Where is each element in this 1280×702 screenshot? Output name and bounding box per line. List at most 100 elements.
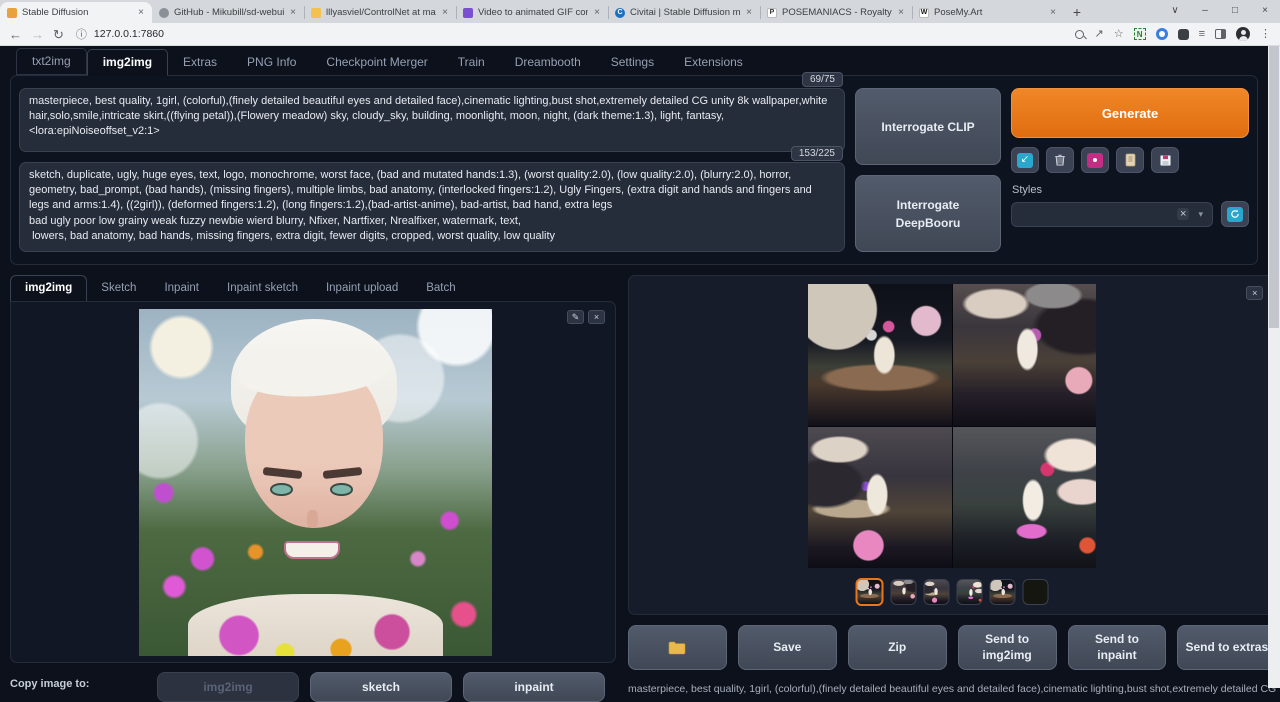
favicon-controlnet bbox=[311, 8, 321, 18]
mode-tab-inpaint-sketch[interactable]: Inpaint sketch bbox=[213, 276, 312, 301]
gallery-image-grid[interactable] bbox=[808, 284, 1096, 568]
save-style-button[interactable] bbox=[1151, 147, 1179, 173]
browser-menu-icon[interactable]: ⋮ bbox=[1260, 29, 1271, 40]
input-image-canvas[interactable]: ✎ × bbox=[10, 301, 616, 663]
forward-button[interactable]: → bbox=[31, 28, 44, 41]
gallery-thumbnail[interactable] bbox=[957, 579, 983, 605]
profile-avatar[interactable] bbox=[1236, 27, 1250, 41]
send-to-img2img-button[interactable]: Send to img2img bbox=[958, 625, 1057, 670]
browser-tab-stable-diffusion[interactable]: Stable Diffusion × bbox=[0, 2, 152, 23]
back-button[interactable]: ← bbox=[9, 28, 22, 41]
generation-info-text: masterpiece, best quality, 1girl, (color… bbox=[628, 683, 1276, 695]
gallery-image-3[interactable] bbox=[808, 427, 952, 569]
tab-extensions[interactable]: Extensions bbox=[669, 50, 758, 75]
styles-dropdown[interactable]: × ▾ bbox=[1011, 202, 1213, 227]
tab-settings[interactable]: Settings bbox=[596, 50, 669, 75]
tab-close-icon[interactable]: × bbox=[441, 7, 449, 18]
window-minimize-button[interactable]: – bbox=[1190, 0, 1220, 20]
prompt-input[interactable]: masterpiece, best quality, 1girl, (color… bbox=[19, 88, 845, 152]
window-maximize-button[interactable]: □ bbox=[1220, 0, 1250, 20]
negative-prompt-input[interactable]: sketch, duplicate, ugly, huge eyes, text… bbox=[19, 162, 845, 252]
gallery-image-4[interactable] bbox=[953, 427, 1097, 569]
open-folder-button[interactable] bbox=[628, 625, 727, 670]
interrogate-clip-button[interactable]: Interrogate CLIP bbox=[855, 88, 1001, 165]
address-bar[interactable]: ⓘ 127.0.0.1:7860 bbox=[73, 26, 1067, 42]
save-button[interactable]: Save bbox=[738, 625, 837, 670]
generate-button[interactable]: Generate bbox=[1011, 88, 1249, 138]
reading-list-icon[interactable]: ≡ bbox=[1199, 29, 1205, 40]
gallery-thumbnail[interactable] bbox=[990, 579, 1016, 605]
copy-to-inpaint-button[interactable]: inpaint bbox=[463, 672, 605, 702]
notebook-icon bbox=[1124, 153, 1137, 167]
send-to-extras-button[interactable]: Send to extras bbox=[1177, 625, 1276, 670]
scrollbar-thumb[interactable] bbox=[1269, 46, 1279, 328]
extension-n-icon[interactable]: N bbox=[1134, 28, 1146, 40]
browser-tab-civitai[interactable]: C Civitai | Stable Diffusion model × bbox=[608, 2, 760, 23]
portrait-eye bbox=[270, 483, 293, 497]
site-info-icon[interactable]: ⓘ bbox=[76, 26, 87, 42]
new-tab-button[interactable]: + bbox=[1064, 4, 1090, 20]
clear-prompt-button[interactable] bbox=[1046, 147, 1074, 173]
extensions-puzzle-icon[interactable] bbox=[1178, 29, 1189, 40]
share-icon[interactable]: ↗ bbox=[1094, 29, 1103, 40]
tab-checkpoint-merger[interactable]: Checkpoint Merger bbox=[311, 50, 442, 75]
gallery-image-2[interactable] bbox=[953, 284, 1097, 426]
mode-tab-batch[interactable]: Batch bbox=[412, 276, 469, 301]
card-icon bbox=[1087, 153, 1103, 168]
remove-image-button[interactable]: × bbox=[588, 310, 605, 324]
gallery-thumbnail[interactable] bbox=[924, 579, 950, 605]
browser-tab-controlnet[interactable]: lllyasviel/ControlNet at main × bbox=[304, 2, 456, 23]
browser-tab-gif-converter[interactable]: Video to animated GIF converter × bbox=[456, 2, 608, 23]
tab-train[interactable]: Train bbox=[443, 50, 500, 75]
mode-tab-inpaint[interactable]: Inpaint bbox=[150, 276, 213, 301]
zoom-icon[interactable] bbox=[1075, 30, 1084, 39]
tab-txt2img[interactable]: txt2img bbox=[16, 48, 87, 75]
browser-tab-github[interactable]: GitHub - Mikubill/sd-webui-co × bbox=[152, 2, 304, 23]
tab-img2img[interactable]: img2img bbox=[87, 49, 168, 76]
tab-png-info[interactable]: PNG Info bbox=[232, 50, 311, 75]
webui-page: txt2img img2img Extras PNG Info Checkpoi… bbox=[0, 46, 1280, 688]
tab-extras[interactable]: Extras bbox=[168, 50, 232, 75]
copy-to-sketch-button[interactable]: sketch bbox=[310, 672, 452, 702]
zip-button[interactable]: Zip bbox=[848, 625, 947, 670]
tab-close-icon[interactable]: × bbox=[289, 7, 297, 18]
gallery-thumbnail[interactable] bbox=[891, 579, 917, 605]
page-scrollbar[interactable] bbox=[1268, 46, 1280, 688]
tab-close-icon[interactable]: × bbox=[137, 7, 145, 18]
apply-styles-button[interactable] bbox=[1116, 147, 1144, 173]
mode-tab-img2img[interactable]: img2img bbox=[10, 275, 87, 301]
refresh-styles-button[interactable] bbox=[1221, 201, 1249, 227]
tab-dreambooth[interactable]: Dreambooth bbox=[500, 50, 596, 75]
bookmark-star-icon[interactable]: ☆ bbox=[1114, 29, 1124, 40]
window-close-button[interactable]: × bbox=[1250, 0, 1280, 20]
extra-networks-button[interactable] bbox=[1081, 147, 1109, 173]
tab-close-icon[interactable]: × bbox=[1049, 7, 1057, 18]
favicon-github bbox=[159, 8, 169, 18]
extension-blue-icon[interactable] bbox=[1156, 28, 1168, 40]
mode-tab-inpaint-upload[interactable]: Inpaint upload bbox=[312, 276, 412, 301]
dropdown-caret-icon[interactable]: ▾ bbox=[1198, 209, 1203, 220]
url-text[interactable]: 127.0.0.1:7860 bbox=[94, 28, 164, 40]
paste-params-button[interactable]: ↙ bbox=[1011, 147, 1039, 173]
tab-close-icon[interactable]: × bbox=[593, 7, 601, 18]
close-gallery-button[interactable]: × bbox=[1246, 286, 1263, 300]
browser-tab-strip: Stable Diffusion × GitHub - Mikubill/sd-… bbox=[0, 0, 1280, 23]
edit-image-button[interactable]: ✎ bbox=[567, 310, 584, 324]
reload-button[interactable]: ↻ bbox=[53, 28, 64, 41]
gallery-image-1[interactable] bbox=[808, 284, 952, 426]
interrogate-deepbooru-button[interactable]: Interrogate DeepBooru bbox=[855, 175, 1001, 252]
input-image-preview[interactable] bbox=[139, 309, 492, 656]
browser-tab-posemyart[interactable]: W PoseMy.Art × bbox=[912, 2, 1064, 23]
tab-close-icon[interactable]: × bbox=[897, 7, 905, 18]
side-panel-icon[interactable] bbox=[1215, 29, 1226, 39]
browser-tab-posemaniacs[interactable]: P POSEMANIACS - Royalty free 3 × bbox=[760, 2, 912, 23]
mode-tab-sketch[interactable]: Sketch bbox=[87, 276, 150, 301]
send-to-inpaint-button[interactable]: Send to inpaint bbox=[1068, 625, 1167, 670]
favicon-posemaniacs: P bbox=[767, 8, 777, 18]
dropdown-clear-icon[interactable]: × bbox=[1177, 208, 1189, 220]
tab-close-icon[interactable]: × bbox=[745, 7, 753, 18]
gallery-thumbnail[interactable] bbox=[1023, 579, 1049, 605]
browser-toolbar: ← → ↻ ⓘ 127.0.0.1:7860 ↗ ☆ N ≡ ⋮ bbox=[0, 23, 1280, 46]
gallery-thumbnail-selected[interactable] bbox=[856, 578, 884, 606]
window-chevron-icon[interactable]: ∨ bbox=[1160, 0, 1190, 20]
